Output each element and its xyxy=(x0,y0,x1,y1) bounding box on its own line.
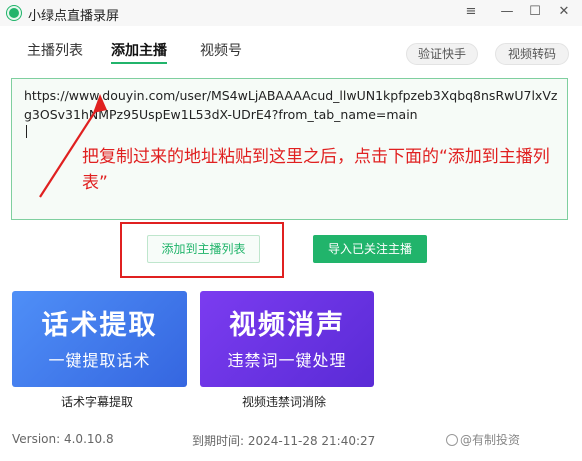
minimize-icon[interactable]: — xyxy=(494,1,520,23)
video-mute-card[interactable]: 视频消声 违禁词一键处理 xyxy=(200,291,374,387)
script-extract-card[interactable]: 话术提取 一键提取话术 xyxy=(12,291,187,387)
app-logo-icon xyxy=(7,6,21,20)
expire-time-label: 到期时间: 2024-11-28 21:40:27 xyxy=(192,434,376,448)
maximize-icon[interactable]: ☐ xyxy=(522,1,548,23)
video-mute-caption: 视频违禁词消除 xyxy=(242,395,327,409)
annotation-arrow-icon xyxy=(39,94,107,198)
import-followed-button[interactable]: 导入已关注主播 xyxy=(313,235,427,263)
annotation-text: 把复制过来的地址粘贴到这里之后，点击下面的“添加到主播列表” xyxy=(82,147,550,193)
tab-add-streamer[interactable]: 添加主播 xyxy=(111,40,167,60)
active-tab-indicator xyxy=(111,62,167,64)
app-title: 小绿点直播录屏 xyxy=(28,9,120,24)
menu-icon[interactable]: ≡ xyxy=(458,1,484,23)
version-label: Version: 4.0.10.8 xyxy=(12,432,114,446)
script-extract-caption: 话术字幕提取 xyxy=(61,395,134,409)
tab-streamer-list[interactable]: 主播列表 xyxy=(27,40,83,60)
video-transcode-button[interactable]: 视频转码 xyxy=(495,43,569,65)
card-subtitle: 一键提取话术 xyxy=(48,351,151,370)
text-caret xyxy=(26,125,27,138)
watermark-text: @有制投资 xyxy=(460,433,521,447)
card-title: 话术提取 xyxy=(41,310,158,341)
close-icon[interactable]: ✕ xyxy=(551,1,577,23)
verify-kuaishou-button[interactable]: 验证快手 xyxy=(406,43,478,65)
watermark-icon xyxy=(446,434,458,446)
card-title: 视频消声 xyxy=(229,310,345,341)
watermark: @有制投资 xyxy=(446,431,520,448)
card-subtitle: 违禁词一键处理 xyxy=(227,351,347,370)
title-bar: 小绿点直播录屏 ≡ — ☐ ✕ xyxy=(0,0,582,26)
add-to-list-button[interactable]: 添加到主播列表 xyxy=(147,235,260,263)
url-input-value: https://www.douyin.com/user/MS4wLjABAAAA… xyxy=(24,88,558,122)
tab-video-account[interactable]: 视频号 xyxy=(200,40,242,60)
